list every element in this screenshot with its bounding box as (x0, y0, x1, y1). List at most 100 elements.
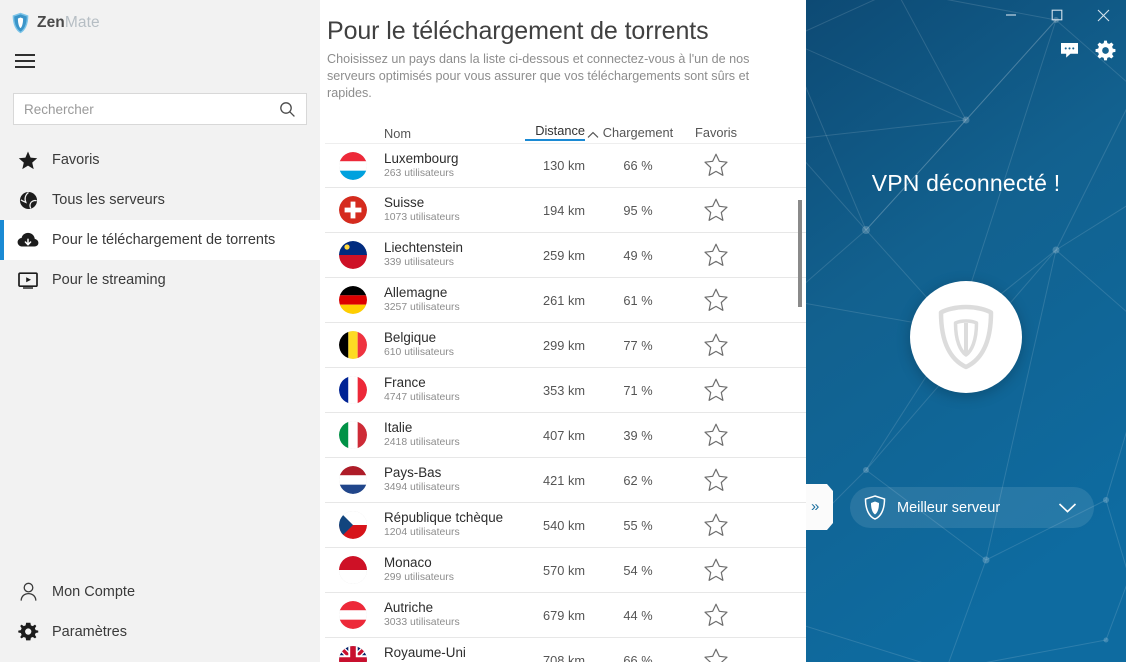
load-value: 54 % (623, 562, 653, 578)
load-value: 77 % (623, 337, 653, 353)
server-list-scrollbar[interactable] (798, 173, 802, 662)
favorite-toggle[interactable] (675, 423, 751, 448)
user-count: 610 utilisateurs (384, 347, 454, 358)
sidebar-item-mon-compte[interactable]: Mon Compte (0, 572, 320, 612)
server-name-block: France 4747 utilisateurs (384, 375, 460, 405)
server-select-button[interactable]: Meilleur serveur (850, 487, 1094, 528)
country-name: Pays-Bas (384, 465, 442, 480)
server-name-block: Pays-Bas 3494 utilisateurs (384, 465, 460, 495)
favorite-star-icon (704, 153, 728, 176)
server-name-cell: Italie 2418 utilisateurs (327, 420, 525, 450)
sidebar-item-favoris[interactable]: Favoris (0, 140, 320, 180)
window-controls (988, 0, 1126, 30)
favorite-toggle[interactable] (675, 648, 751, 662)
maximize-icon[interactable] (1034, 0, 1080, 30)
server-list[interactable]: Luxembourg 263 utilisateurs 130 km 66 % Suis… (325, 143, 806, 662)
column-header-favorites[interactable]: Favoris (675, 125, 751, 141)
main-panel: Pour le téléchargement de torrents Chois… (320, 0, 806, 662)
table-row[interactable]: Belgique 610 utilisateurs 299 km 77 % (325, 323, 806, 368)
close-icon[interactable] (1080, 0, 1126, 30)
table-row[interactable]: République tchèque 1204 utilisateurs 540 k… (325, 503, 806, 548)
server-name-block: Italie 2418 utilisateurs (384, 420, 460, 450)
table-row[interactable]: Royaume-Uni6768 utilisateurs 708 km 66 % (325, 638, 806, 662)
user-count: 3494 utilisateurs (384, 482, 460, 493)
favorite-toggle[interactable] (675, 243, 751, 268)
server-name-block: République tchèque 1204 utilisateurs (384, 510, 503, 540)
gear-icon[interactable] (1095, 40, 1116, 61)
distance-value: 407 km (543, 427, 585, 443)
load-value: 44 % (623, 607, 653, 623)
flag-icon (339, 601, 367, 629)
server-name-block: Allemagne 3257 utilisateurs (384, 285, 460, 315)
favorite-toggle[interactable] (675, 333, 751, 358)
table-row[interactable]: Suisse 1073 utilisateurs 194 km 95 % (325, 188, 806, 233)
server-name-cell: Allemagne 3257 utilisateurs (327, 285, 525, 315)
search-icon[interactable] (279, 101, 296, 118)
favorite-toggle[interactable] (675, 198, 751, 223)
flag-icon (339, 241, 367, 269)
distance-value: 570 km (543, 562, 585, 578)
minimize-icon[interactable] (988, 0, 1034, 30)
server-name-block: Autriche 3033 utilisateurs (384, 600, 460, 630)
search-box[interactable] (13, 93, 307, 125)
hamburger-icon[interactable] (15, 53, 35, 69)
sidebar-item-tous-les-serveurs[interactable]: Tous les serveurs (0, 180, 320, 220)
column-header-name[interactable]: Nom (327, 126, 525, 141)
country-name: Belgique (384, 330, 437, 345)
load-value: 71 % (623, 382, 653, 398)
connect-button[interactable] (910, 281, 1022, 393)
flag-icon (339, 466, 367, 494)
favorite-star-icon (704, 648, 728, 662)
favorite-toggle[interactable] (675, 513, 751, 538)
favorite-toggle[interactable] (675, 468, 751, 493)
favorite-star-icon (704, 558, 728, 581)
flag-icon (339, 196, 367, 224)
server-name-block: Royaume-Uni6768 utilisateurs (384, 645, 466, 662)
user-count: 1073 utilisateurs (384, 212, 460, 223)
server-name-cell: Autriche 3033 utilisateurs (327, 600, 525, 630)
sidebar-item-torrents[interactable]: Pour le téléchargement de torrents (0, 220, 320, 260)
page-title: Pour le téléchargement de torrents (327, 17, 709, 45)
app-logo-text: ZenMate (37, 14, 100, 32)
favorite-toggle[interactable] (675, 603, 751, 628)
favorite-toggle[interactable] (675, 378, 751, 403)
panel-tools (1060, 40, 1116, 61)
flag-icon (339, 151, 367, 180)
favorite-toggle[interactable] (675, 288, 751, 313)
sidebar-item-parametres[interactable]: Paramètres (0, 612, 320, 652)
table-row[interactable]: Italie 2418 utilisateurs 407 km 39 % (325, 413, 806, 458)
chevron-down-icon[interactable] (1058, 502, 1077, 514)
load-value: 66 % (623, 652, 653, 662)
table-row[interactable]: Autriche 3033 utilisateurs 679 km 44 % (325, 593, 806, 638)
sidebar-item-label: Paramètres (52, 624, 127, 640)
table-row[interactable]: France 4747 utilisateurs 353 km 71 % (325, 368, 806, 413)
page-subtitle: Choisissez un pays dans la liste ci-dess… (327, 52, 750, 100)
favorite-toggle[interactable] (675, 153, 751, 178)
sidebar-item-streaming[interactable]: Pour le streaming (0, 260, 320, 300)
user-count: 3257 utilisateurs (384, 302, 460, 313)
table-row[interactable]: Luxembourg 263 utilisateurs 130 km 66 % (325, 143, 806, 188)
globe-icon (16, 188, 40, 212)
zenmate-shield-icon (11, 12, 30, 34)
server-name-cell: France 4747 utilisateurs (327, 375, 525, 405)
chat-icon[interactable] (1060, 42, 1079, 59)
load-value: 66 % (623, 158, 653, 173)
scrollbar-thumb[interactable] (798, 200, 802, 307)
table-row[interactable]: Monaco 299 utilisateurs 570 km 54 % (325, 548, 806, 593)
favorite-toggle[interactable] (675, 558, 751, 583)
search-input[interactable] (14, 94, 279, 124)
sidebar-bottom-nav: Mon Compte Paramètres (0, 572, 320, 652)
table-row[interactable]: Liechtenstein 339 utilisateurs 259 km 49 % (325, 233, 806, 278)
brand-secondary: Mate (64, 14, 100, 31)
column-header-load[interactable]: Chargement (601, 125, 675, 141)
table-row[interactable]: Allemagne 3257 utilisateurs 261 km 61 % (325, 278, 806, 323)
distance-value: 261 km (543, 292, 585, 308)
collapse-panel-button[interactable]: » (806, 484, 833, 530)
server-name-cell: Suisse 1073 utilisateurs (327, 195, 525, 225)
table-row[interactable]: Pays-Bas 3494 utilisateurs 421 km 62 % (325, 458, 806, 503)
user-count: 263 utilisateurs (384, 167, 454, 179)
server-name-block: Luxembourg 263 utilisateurs (384, 151, 458, 181)
column-header-distance[interactable]: Distance (525, 123, 585, 141)
user-icon (16, 580, 40, 604)
chevron-up-icon[interactable] (585, 131, 601, 141)
